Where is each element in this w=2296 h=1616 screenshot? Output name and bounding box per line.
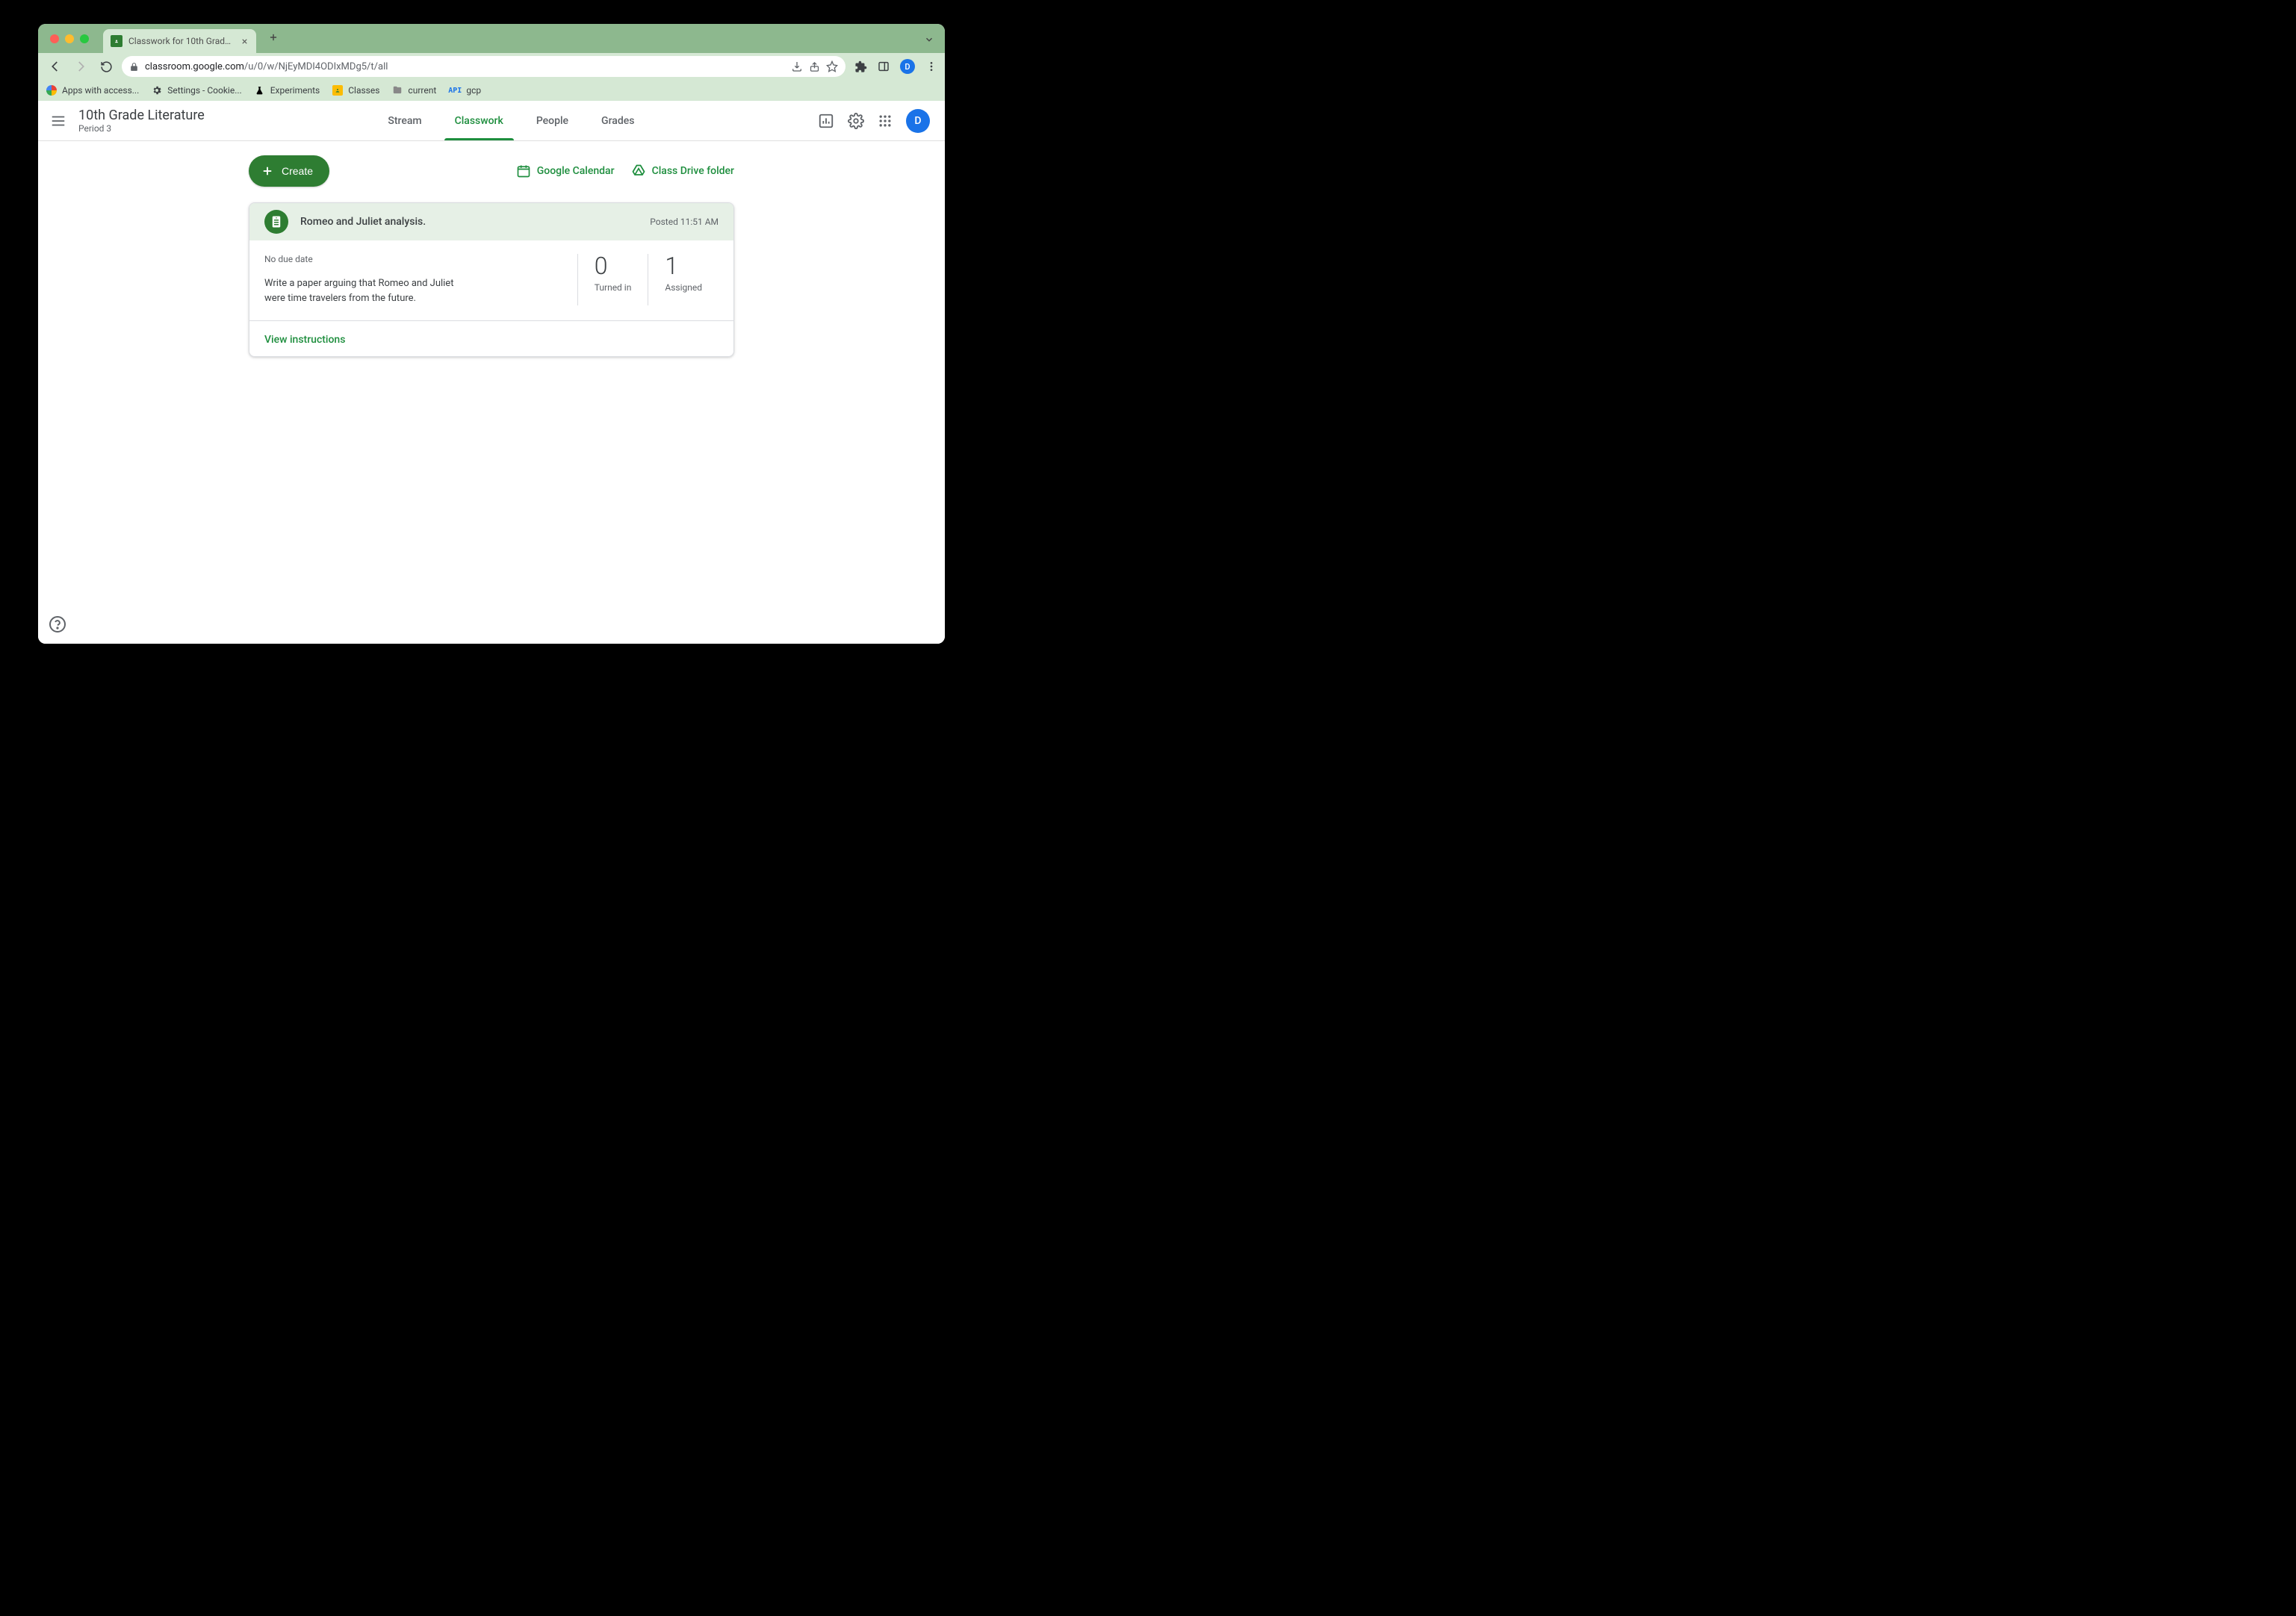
class-drive-link[interactable]: Class Drive folder: [631, 164, 734, 178]
assignment-footer: View instructions: [249, 320, 733, 356]
profile-avatar-icon[interactable]: D: [900, 59, 915, 74]
assignment-body: No due date Write a paper arguing that R…: [249, 240, 733, 320]
nav-reload-icon[interactable]: [96, 60, 116, 73]
stat-assigned[interactable]: 1 Assigned: [648, 254, 719, 305]
browser-menu-icon[interactable]: [925, 60, 937, 72]
window-maximize-icon[interactable]: [80, 34, 89, 43]
lock-icon: [129, 62, 139, 72]
settings-icon[interactable]: [848, 113, 864, 129]
google-icon: [46, 84, 58, 96]
bookmarks-bar: Apps with access... Settings - Cookie...…: [38, 80, 945, 101]
url-text: classroom.google.com/u/0/w/NjEyMDI4ODIxM…: [145, 61, 785, 72]
create-button[interactable]: Create: [249, 155, 329, 187]
create-label: Create: [282, 165, 313, 177]
google-calendar-label: Google Calendar: [537, 165, 615, 177]
bookmark-gcp[interactable]: API gcp: [448, 85, 481, 96]
account-avatar[interactable]: D: [906, 109, 930, 133]
nav-tabs: Stream Classwork People Grades: [205, 101, 818, 140]
turned-in-count: 0: [595, 254, 632, 278]
folder-icon: [391, 84, 403, 96]
tab-people[interactable]: People: [532, 101, 573, 140]
assigned-label: Assigned: [665, 282, 702, 293]
assignment-title: Romeo and Juliet analysis.: [300, 216, 638, 228]
flask-icon: [254, 84, 266, 96]
tab-stream[interactable]: Stream: [383, 101, 426, 140]
help-icon[interactable]: [49, 615, 66, 633]
assignment-description: Write a paper arguing that Romeo and Jul…: [264, 276, 459, 305]
new-tab-button[interactable]: [268, 32, 279, 46]
browser-window: Classwork for 10th Grade Liter... classr…: [38, 24, 945, 644]
class-drive-label: Class Drive folder: [652, 165, 734, 177]
calendar-links: Google Calendar Class Drive folder: [516, 164, 734, 178]
bookmark-label: Settings - Cookie...: [167, 85, 241, 96]
tabs-dropdown-icon[interactable]: [924, 34, 934, 45]
content-inner: Create Google Calendar Class Drive folde…: [249, 152, 734, 357]
tab-classwork[interactable]: Classwork: [450, 101, 508, 140]
assignment-card: Romeo and Juliet analysis. Posted 11:51 …: [249, 202, 734, 357]
bookmark-experiments[interactable]: Experiments: [254, 84, 320, 96]
assignment-header[interactable]: Romeo and Juliet analysis. Posted 11:51 …: [249, 203, 733, 240]
plus-icon: [261, 164, 274, 178]
bookmark-settings-cookie[interactable]: Settings - Cookie...: [151, 84, 241, 96]
turned-in-label: Turned in: [595, 282, 632, 293]
view-instructions-link[interactable]: View instructions: [264, 334, 345, 346]
class-header[interactable]: 10th Grade Literature Period 3: [78, 108, 205, 134]
bookmark-label: Classes: [348, 85, 379, 96]
assignment-icon: [264, 210, 288, 234]
apps-grid-icon[interactable]: [878, 114, 893, 128]
assignment-due: No due date: [264, 254, 577, 264]
bookmark-label: Experiments: [270, 85, 320, 96]
tab-close-icon[interactable]: [241, 37, 249, 46]
google-calendar-link[interactable]: Google Calendar: [516, 164, 615, 178]
nav-forward-icon: [71, 60, 90, 73]
assigned-count: 1: [665, 254, 702, 278]
bookmark-classes[interactable]: Classes: [332, 84, 379, 96]
extensions-icon[interactable]: [854, 60, 867, 73]
main-menu-icon[interactable]: [50, 113, 66, 129]
classroom-icon: [332, 84, 344, 96]
bookmark-label: Apps with access...: [62, 85, 139, 96]
tab-title: Classwork for 10th Grade Liter...: [128, 36, 235, 46]
drive-icon: [631, 164, 646, 178]
bookmark-star-icon[interactable]: [826, 60, 838, 72]
browser-tab-strip: Classwork for 10th Grade Liter...: [38, 24, 945, 53]
gear-icon: [151, 84, 163, 96]
content-area: Create Google Calendar Class Drive folde…: [38, 141, 945, 644]
tab-grades[interactable]: Grades: [597, 101, 639, 140]
analytics-icon[interactable]: [818, 113, 834, 129]
bookmark-label: current: [408, 85, 436, 96]
window-close-icon[interactable]: [50, 34, 59, 43]
browser-toolbar-right: D: [851, 59, 937, 74]
assignment-posted: Posted 11:51 AM: [650, 217, 719, 227]
assignment-details: No due date Write a paper arguing that R…: [264, 254, 577, 305]
panel-icon[interactable]: [878, 60, 890, 72]
class-section: Period 3: [78, 123, 205, 134]
header-actions: D: [818, 109, 930, 133]
calendar-icon: [516, 164, 531, 178]
api-icon: API: [448, 87, 462, 95]
window-minimize-icon[interactable]: [65, 34, 74, 43]
classroom-favicon-icon: [111, 35, 122, 47]
download-icon[interactable]: [791, 60, 803, 72]
stat-turned-in[interactable]: 0 Turned in: [577, 254, 648, 305]
nav-back-icon[interactable]: [46, 60, 65, 73]
address-bar[interactable]: classroom.google.com/u/0/w/NjEyMDI4ODIxM…: [122, 56, 846, 77]
bookmark-label: gcp: [466, 85, 481, 96]
bookmark-apps-access[interactable]: Apps with access...: [46, 84, 139, 96]
assignment-stats: 0 Turned in 1 Assigned: [577, 254, 719, 305]
window-controls: [50, 34, 89, 43]
app-header: 10th Grade Literature Period 3 Stream Cl…: [38, 101, 945, 141]
bookmark-current[interactable]: current: [391, 84, 436, 96]
share-icon[interactable]: [809, 61, 820, 72]
browser-toolbar: classroom.google.com/u/0/w/NjEyMDI4ODIxM…: [38, 53, 945, 80]
browser-tab[interactable]: Classwork for 10th Grade Liter...: [103, 29, 256, 53]
action-row: Create Google Calendar Class Drive folde…: [249, 152, 734, 190]
class-name: 10th Grade Literature: [78, 108, 205, 123]
